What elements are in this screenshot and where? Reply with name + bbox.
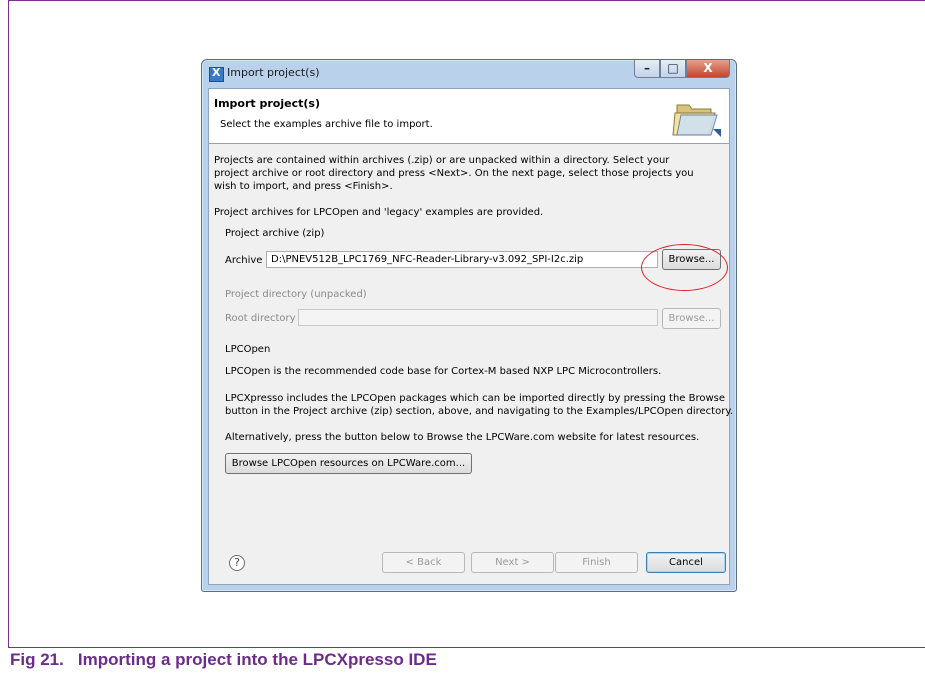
- lpcopen-title: LPCOpen: [225, 344, 271, 355]
- next-button[interactable]: Next >: [471, 552, 554, 573]
- folder-icon: [672, 104, 721, 137]
- browse-lpcopen-resources-button[interactable]: Browse LPCOpen resources on LPCWare.com.…: [225, 453, 472, 474]
- dialog-client-area: Import project(s) Select the examples ar…: [208, 88, 733, 585]
- directory-browse-button[interactable]: Browse...: [662, 308, 721, 329]
- help-icon[interactable]: ?: [229, 555, 245, 571]
- minimize-icon: –: [644, 61, 650, 75]
- archive-label: Archive: [225, 255, 263, 266]
- browse-highlight-ellipse: [641, 244, 728, 291]
- page-border-bottom: [8, 647, 925, 648]
- archive-section-title: Project archive (zip): [225, 228, 325, 239]
- import-project-dialog: Import project(s) – □ X Import project(s…: [201, 59, 737, 592]
- lpcopen-text-line-3: button in the Project archive (zip) sect…: [225, 406, 733, 417]
- directory-section-title: Project directory (unpacked): [225, 289, 367, 300]
- title-bar[interactable]: Import project(s) – □ X: [202, 60, 736, 88]
- lpcopen-text-line-2: LPCXpresso includes the LPCOpen packages…: [225, 393, 726, 404]
- root-directory-label: Root directory: [225, 313, 296, 324]
- lpcopen-text-line-4: Alternatively, press the button below to…: [225, 432, 700, 443]
- maximize-button[interactable]: □: [660, 60, 686, 78]
- close-button[interactable]: X: [686, 60, 730, 78]
- wizard-header: Import project(s) Select the examples ar…: [209, 89, 729, 144]
- intro-text-line-4: Project archives for LPCOpen and 'legacy…: [214, 207, 544, 218]
- page-border-left: [8, 0, 9, 648]
- back-button[interactable]: < Back: [382, 552, 465, 573]
- wizard-title: Import project(s): [214, 97, 320, 110]
- window-title: Import project(s): [227, 66, 320, 79]
- wizard-subtitle: Select the examples archive file to impo…: [220, 119, 433, 130]
- intro-text-line-1: Projects are contained within archives (…: [214, 155, 670, 166]
- figure-caption-text: Importing a project into the LPCXpresso …: [77, 650, 437, 669]
- lpcxpresso-app-icon: [209, 66, 224, 82]
- minimize-button[interactable]: –: [634, 60, 660, 78]
- lpcopen-text-line-1: LPCOpen is the recommended code base for…: [225, 366, 662, 377]
- page-border-top: [8, 0, 925, 1]
- window-controls: – □ X: [634, 60, 730, 79]
- intro-text-line-2: project archive or root directory and pr…: [214, 168, 694, 179]
- root-directory-input[interactable]: [298, 309, 658, 326]
- intro-text-line-3: wish to import, and press <Finish>.: [214, 181, 393, 192]
- finish-button[interactable]: Finish: [555, 552, 638, 573]
- maximize-icon: □: [667, 61, 679, 75]
- close-icon: X: [703, 61, 713, 75]
- cancel-button[interactable]: Cancel: [646, 552, 726, 573]
- archive-path-input[interactable]: D:\PNEV512B_LPC1769_NFC-Reader-Library-v…: [266, 251, 658, 268]
- figure-caption: Fig 21. Importing a project into the LPCX…: [10, 650, 437, 670]
- figure-number: Fig 21.: [10, 650, 64, 669]
